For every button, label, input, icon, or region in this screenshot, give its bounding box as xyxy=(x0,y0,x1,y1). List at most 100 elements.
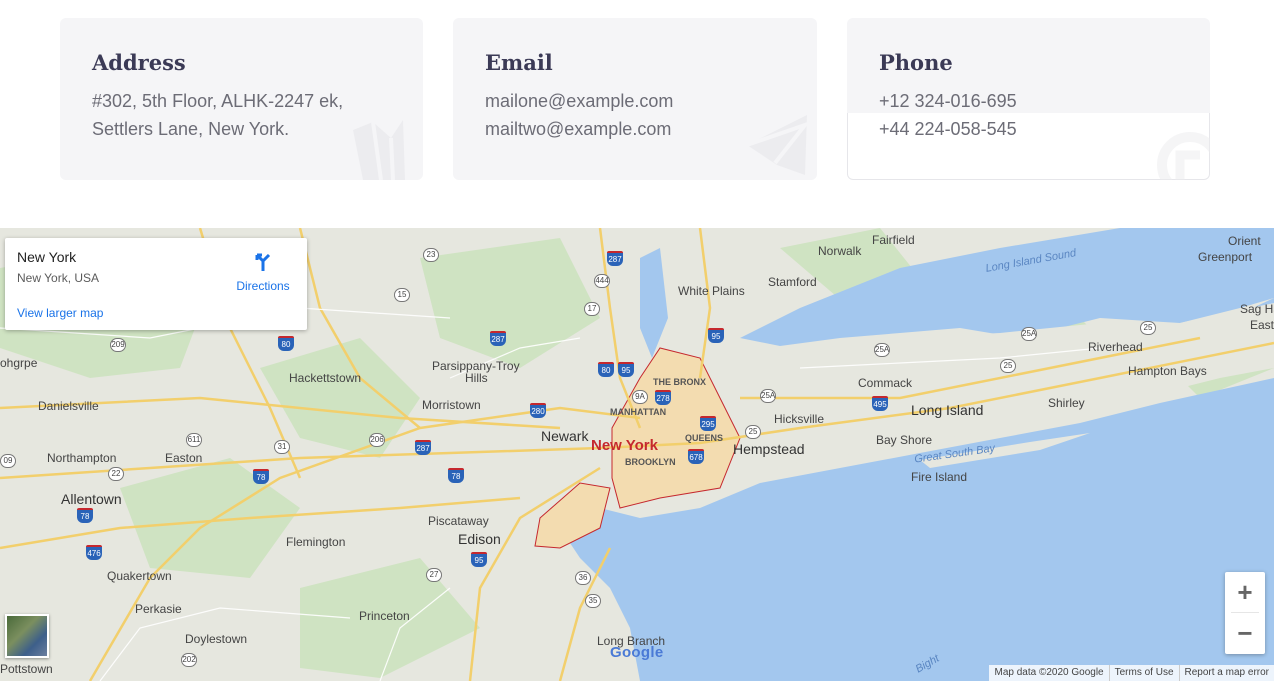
interstate-shield: 78 xyxy=(448,468,464,483)
map-data-credit: Map data ©2020 Google xyxy=(994,667,1104,678)
interstate-shield: 287 xyxy=(415,440,431,455)
place-title: New York xyxy=(17,249,77,265)
label-east: East xyxy=(1250,318,1274,332)
route-shield: 611 xyxy=(186,433,202,447)
terms-of-use-link[interactable]: Terms of Use xyxy=(1108,665,1179,681)
label-fire-island: Fire Island xyxy=(911,470,968,484)
email-line-1[interactable]: mailone@example.com xyxy=(485,87,785,115)
label-ohgrpe: ohgrpe xyxy=(0,356,38,370)
interstate-shield: 678 xyxy=(688,449,704,464)
route-shield: 17 xyxy=(584,302,600,316)
label-morristown: Morristown xyxy=(422,398,481,412)
report-map-error-link[interactable]: Report a map error xyxy=(1178,665,1274,681)
email-line-2[interactable]: mailtwo@example.com xyxy=(485,115,785,143)
map-icon xyxy=(353,120,405,180)
route-shield: 27 xyxy=(426,568,442,582)
label-doylestown: Doylestown xyxy=(185,632,248,646)
label-pottstown: Pottstown xyxy=(0,662,53,676)
route-shield: 25A xyxy=(874,343,890,357)
label-hempstead: Hempstead xyxy=(733,441,805,457)
interstate-shield: 476 xyxy=(86,545,102,560)
zoom-in-button[interactable]: + xyxy=(1225,572,1265,612)
interstate-shield: 78 xyxy=(77,508,93,523)
label-easton: Easton xyxy=(165,451,203,465)
interstate-shield: 278 xyxy=(655,390,671,405)
label-edison: Edison xyxy=(458,531,501,547)
email-card: Email mailone@example.com mailtwo@exampl… xyxy=(453,18,817,180)
email-title: Email xyxy=(485,50,553,75)
label-riverhead: Riverhead xyxy=(1088,340,1143,354)
interstate-shield: 280 xyxy=(530,403,546,418)
route-shield: 25 xyxy=(745,425,761,439)
map-footer: Map data ©2020 Google Terms of Use Repor… xyxy=(989,665,1274,681)
address-card: Address #302, 5th Floor, ALHK-2247 ek, S… xyxy=(60,18,423,180)
interstate-shield: 95 xyxy=(708,328,724,343)
label-sag-harbor: Sag Harbo xyxy=(1240,302,1274,316)
label-orient: Orient xyxy=(1228,234,1261,248)
label-stamford: Stamford xyxy=(768,275,817,289)
label-allentown: Allentown xyxy=(61,491,122,507)
label-new-york: New York xyxy=(591,437,658,454)
label-norwalk: Norwalk xyxy=(818,244,862,258)
label-quakertown: Quakertown xyxy=(107,569,172,583)
route-shield: 15 xyxy=(394,288,410,302)
route-shield: 25A xyxy=(1021,327,1037,341)
label-perkasie: Perkasie xyxy=(135,602,182,616)
label-newark: Newark xyxy=(541,428,589,444)
interstate-shield: 95 xyxy=(471,552,487,567)
label-bay-shore: Bay Shore xyxy=(876,433,933,447)
satellite-toggle[interactable] xyxy=(5,614,49,658)
interstate-shield: 80 xyxy=(278,336,294,351)
label-commack: Commack xyxy=(858,376,913,390)
phone-line-2[interactable]: +44 224-058-545 xyxy=(879,115,1178,143)
route-shield: 35 xyxy=(585,594,601,608)
place-address: New York, USA xyxy=(17,271,100,285)
label-manhattan: MANHATTAN xyxy=(610,407,667,417)
label-brooklyn: BROOKLYN xyxy=(625,457,676,467)
phone-icon xyxy=(1157,132,1210,180)
interstate-shield: 95 xyxy=(618,362,634,377)
google-map[interactable]: Fairfield Orient Norwalk Greenport Long … xyxy=(0,228,1274,681)
route-shield: 36 xyxy=(575,571,591,585)
label-white-plains: White Plains xyxy=(678,284,745,298)
phone-line-1[interactable]: +12 324-016-695 xyxy=(879,87,1178,115)
label-shirley: Shirley xyxy=(1048,396,1085,410)
label-piscataway: Piscataway xyxy=(428,514,489,528)
label-hackettstown: Hackettstown xyxy=(289,371,362,385)
interstate-shield: 80 xyxy=(598,362,614,377)
route-shield: 31 xyxy=(274,440,290,454)
label-fairfield: Fairfield xyxy=(872,233,915,247)
route-shield: 209 xyxy=(110,338,126,352)
address-title: Address xyxy=(92,50,186,75)
route-shield: 25 xyxy=(1000,359,1016,373)
label-the-bronx: THE BRONX xyxy=(653,377,707,387)
label-princeton: Princeton xyxy=(359,609,410,623)
phone-title: Phone xyxy=(879,50,953,75)
directions-icon xyxy=(255,253,271,271)
route-shield: 09 xyxy=(0,454,16,468)
label-queens: QUEENS xyxy=(685,433,724,443)
route-shield: 9A xyxy=(632,390,648,404)
route-shield: 23 xyxy=(423,248,439,262)
zoom-out-button[interactable]: − xyxy=(1225,613,1265,653)
zoom-control: + − xyxy=(1225,572,1265,654)
google-logo: Google xyxy=(610,644,664,661)
phone-card: Phone +12 324-016-695 +44 224-058-545 xyxy=(847,18,1210,180)
interstate-shield: 495 xyxy=(872,396,888,411)
paper-plane-icon xyxy=(747,115,811,175)
route-shield: 25 xyxy=(1140,321,1156,335)
label-hicksville: Hicksville xyxy=(774,412,825,426)
route-shield: 22 xyxy=(108,467,124,481)
label-greenport: Greenport xyxy=(1198,250,1253,264)
interstate-shield: 287 xyxy=(607,251,623,266)
interstate-shield: 78 xyxy=(253,469,269,484)
route-shield: 25A xyxy=(760,389,776,403)
directions-label: Directions xyxy=(236,279,290,293)
view-larger-map-link[interactable]: View larger map xyxy=(17,306,103,320)
directions-button[interactable]: Directions xyxy=(233,250,293,293)
route-shield: 202 xyxy=(181,653,197,667)
label-hills: Hills xyxy=(465,371,488,385)
interstate-shield: 295 xyxy=(700,416,716,431)
label-flemington: Flemington xyxy=(286,535,346,549)
interstate-shield: 287 xyxy=(490,331,506,346)
